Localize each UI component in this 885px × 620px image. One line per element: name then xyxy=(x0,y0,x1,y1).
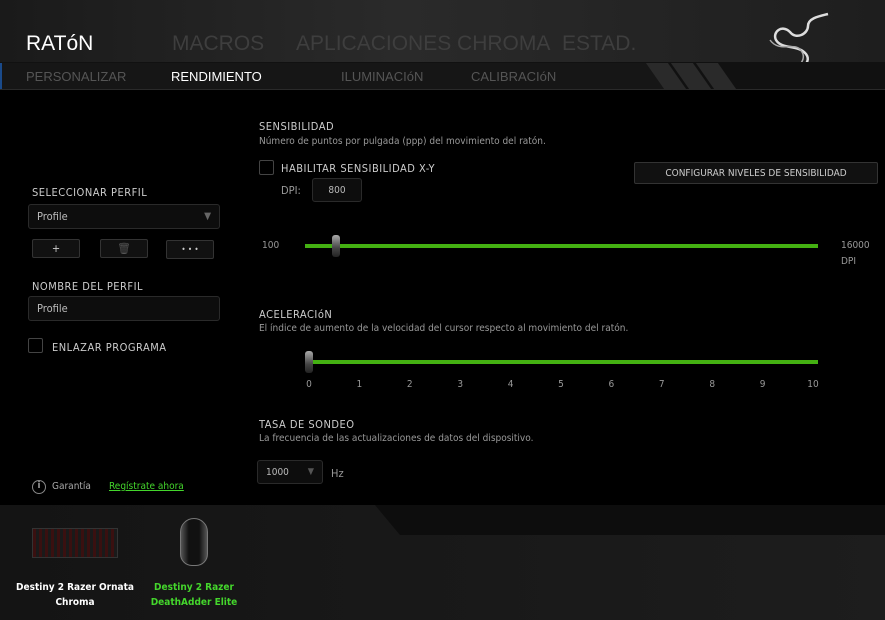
dpi-label: DPI: xyxy=(281,184,301,197)
profile-name-input[interactable]: Profile xyxy=(28,296,220,321)
subtab-iluminacion[interactable]: ILUMINACIóN xyxy=(341,69,423,84)
acceleration-tick-label: 2 xyxy=(406,379,413,390)
acceleration-tick-label: 8 xyxy=(709,379,716,390)
more-options-button[interactable]: • • • xyxy=(166,240,214,259)
decor-hex-strip xyxy=(375,505,885,535)
device-deathadder[interactable]: Destiny 2 Razer DeathAdder Elite xyxy=(129,580,259,610)
polling-rate-value: 1000 xyxy=(266,466,289,478)
acceleration-desc: El índice de aumento de la velocidad del… xyxy=(259,323,629,334)
sensitivity-title: SENSIBILIDAD xyxy=(259,120,335,133)
tab-macros[interactable]: MACROS xyxy=(172,32,264,56)
configure-sensitivity-button[interactable]: CONFIGURAR NIVELES DE SENSIBILIDAD xyxy=(634,162,878,184)
delete-profile-button[interactable]: 🗑 xyxy=(100,239,148,258)
dpi-unit-label: DPI xyxy=(841,256,857,267)
acceleration-tick-label: 10 xyxy=(807,379,819,390)
acceleration-slider-thumb[interactable] xyxy=(305,351,313,373)
acceleration-title: ACELERACIóN xyxy=(259,308,333,321)
acceleration-slider-track[interactable] xyxy=(305,360,818,364)
acceleration-tick-label: 4 xyxy=(507,379,514,390)
dpi-slider-track[interactable] xyxy=(305,244,818,248)
link-program-checkbox[interactable] xyxy=(28,338,43,353)
link-program-label: ENLAZAR PROGRAMA xyxy=(52,341,167,354)
warranty-label: Garantía xyxy=(52,481,91,492)
add-profile-button[interactable]: + xyxy=(32,239,80,258)
device-name-line: Destiny 2 Razer xyxy=(154,582,234,593)
acceleration-tick-label: 1 xyxy=(356,379,363,390)
device-name-line: DeathAdder Elite xyxy=(150,597,238,608)
dpi-min-label: 100 xyxy=(262,240,280,251)
acceleration-tick-label: 6 xyxy=(608,379,615,390)
acceleration-tick-label: 7 xyxy=(658,379,665,390)
tab-chroma-apps[interactable]: APLICACIONES CHROMA xyxy=(296,32,550,56)
profile-select[interactable]: Profile ▼ xyxy=(28,204,220,229)
dpi-max-label: 16000 xyxy=(841,240,870,251)
xy-sensitivity-label: HABILITAR SENSIBILIDAD X-Y xyxy=(281,162,436,175)
select-profile-label: SELECCIONAR PERFIL xyxy=(32,186,148,199)
polling-rate-select[interactable]: 1000 ▼ xyxy=(257,460,323,484)
subtab-calibracion[interactable]: CALIBRACIóN xyxy=(471,69,556,84)
acceleration-tick-label: 5 xyxy=(558,379,564,390)
tab-raton[interactable]: RATóN xyxy=(26,32,93,56)
polling-unit: Hz xyxy=(331,467,344,480)
keyboard-device-image[interactable] xyxy=(32,528,118,558)
subtab-personalizar[interactable]: PERSONALIZAR xyxy=(26,69,126,84)
profile-name-label: NOMBRE DEL PERFIL xyxy=(32,280,144,293)
device-ornata[interactable]: Destiny 2 Razer Ornata Chroma xyxy=(10,580,140,610)
subtab-rendimiento[interactable]: RENDIMIENTO xyxy=(171,69,262,84)
tab-stats[interactable]: ESTAD. xyxy=(562,32,636,56)
dpi-slider-thumb[interactable] xyxy=(331,235,340,257)
polling-title: TASA DE SONDEO xyxy=(259,418,355,431)
polling-desc: La frecuencia de las actualizaciones de … xyxy=(259,433,534,444)
device-name-line: Destiny 2 Razer Ornata xyxy=(16,582,134,593)
trash-icon: 🗑 xyxy=(117,242,131,255)
acceleration-tick-label: 9 xyxy=(759,379,766,390)
xy-sensitivity-checkbox[interactable] xyxy=(259,160,274,175)
dpi-input[interactable]: 800 xyxy=(312,178,362,202)
register-link[interactable]: Regístrate ahora xyxy=(109,481,184,492)
chevron-down-icon: ▼ xyxy=(307,467,314,477)
sensitivity-desc: Número de puntos por pulgada (ppp) del m… xyxy=(259,136,546,147)
mouse-device-image[interactable] xyxy=(180,518,208,566)
chevron-down-icon: ▼ xyxy=(204,211,211,222)
info-icon: i xyxy=(32,480,46,494)
device-name-line: Chroma xyxy=(55,597,95,608)
acceleration-tick-label: 0 xyxy=(306,379,312,390)
acceleration-tick-label: 3 xyxy=(457,379,464,390)
profile-select-value: Profile xyxy=(37,210,68,223)
